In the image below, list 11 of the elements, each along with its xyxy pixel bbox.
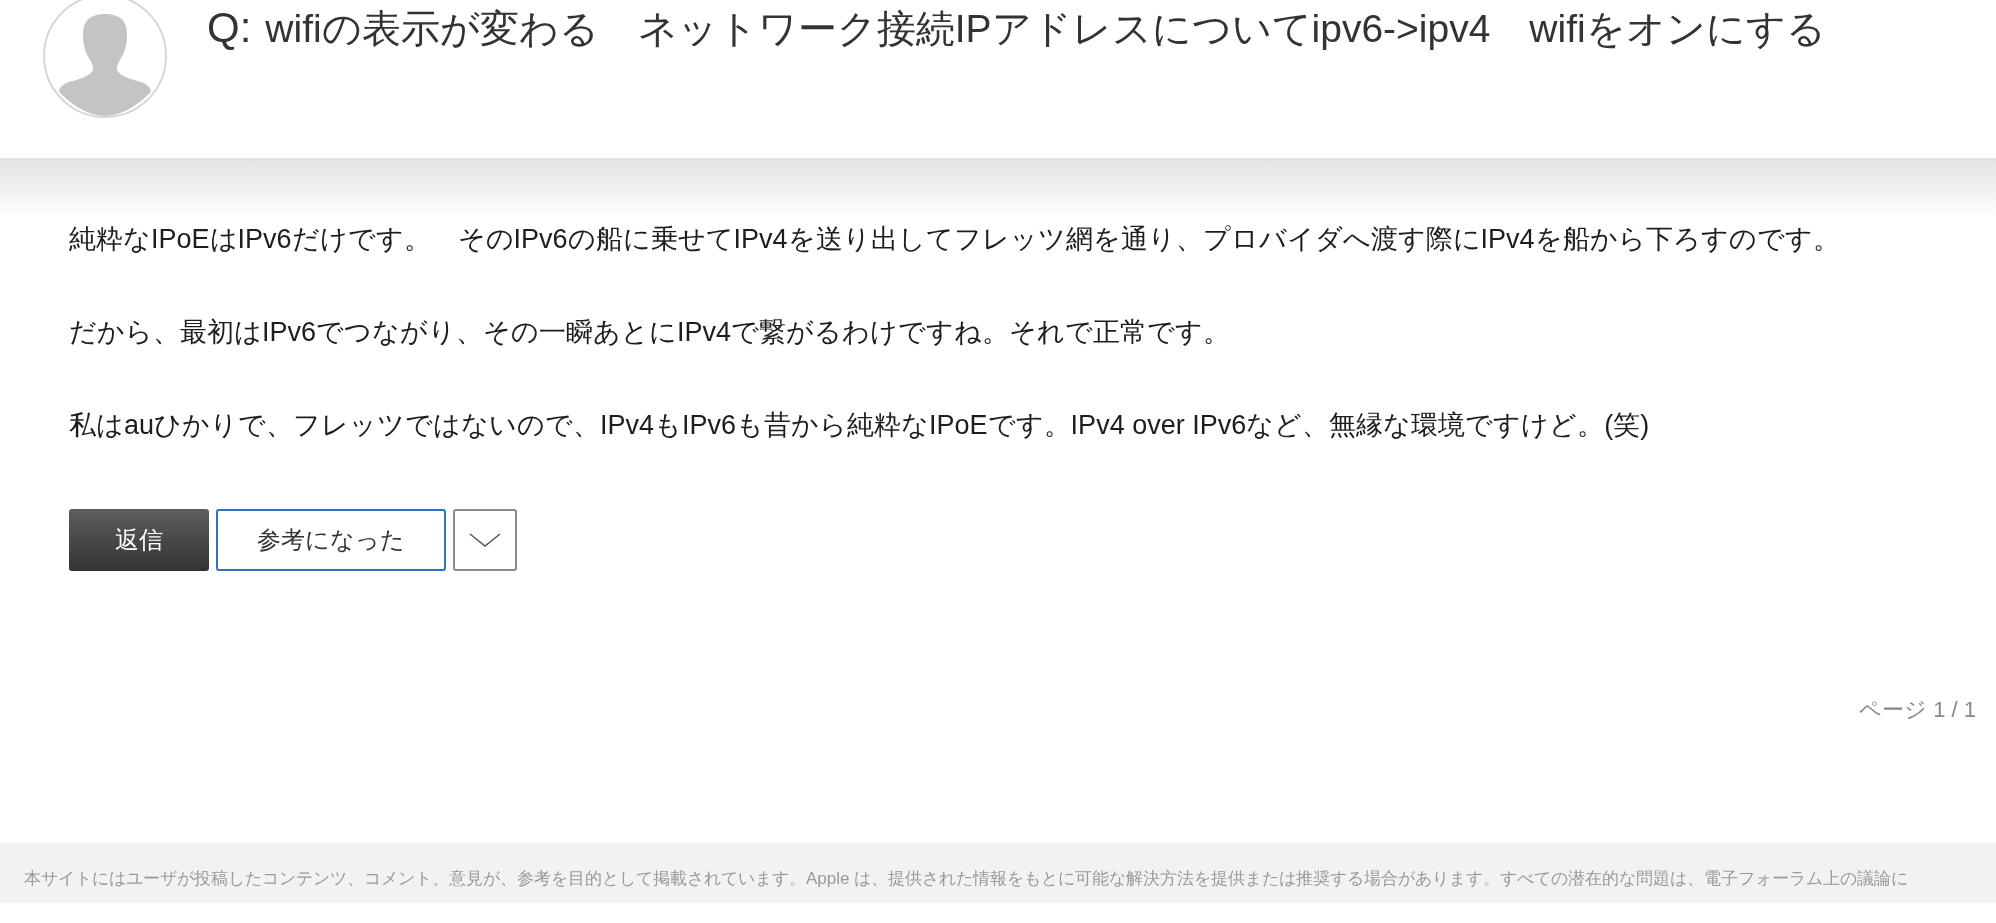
question-title: wifiの表示が変わる ネットワーク接続IPアドレスについてipv6->ipv4 wifiをオンにする	[265, 6, 1826, 52]
helpful-button[interactable]: 参考になった	[216, 509, 446, 571]
reply-button[interactable]: 返信	[69, 509, 209, 571]
question-label: Q:	[207, 4, 252, 52]
answer-paragraph: 純粋なIPoEはIPv6だけです。 そのIPv6の船に乗せてIPv4を送り出してフレッツ網を通り、プロバイダへ渡す際にIPv4を船から下ろすのです。	[69, 225, 1841, 253]
answer-paragraph: だから、最初はIPv6でつながり、その一瞬あとにIPv4で繋がるわけですね。それで正常です。	[69, 318, 1232, 346]
dropdown-button[interactable]	[453, 509, 517, 571]
disclaimer-text: 本サイトにはユーザが投稿したコンテンツ、コメント、意見が、参考を目的として掲載されています。Apple は、提供された情報をもとに可能な解決方法を提供または推奨する場合があります。すべての潜在的な問題は、電子フォーラム上の議論に	[24, 868, 1909, 890]
page-indicator: ページ 1 / 1	[1859, 696, 1976, 724]
chevron-down-icon	[469, 532, 501, 548]
answer-paragraph: 私はauひかりで、フレッツではないので、IPv4もIPv6も昔から純粋なIPoEです。IPv4 over IPv6など、無縁な環境ですけど。(笑)	[69, 411, 1651, 439]
